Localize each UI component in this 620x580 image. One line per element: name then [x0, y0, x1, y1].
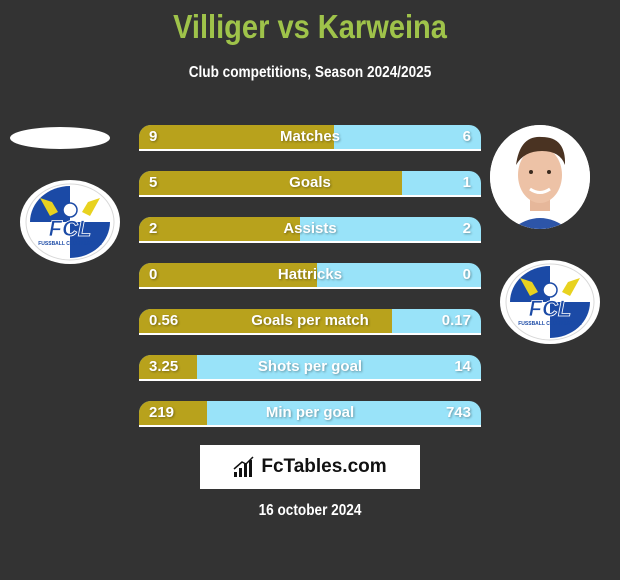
right-club-badge-icon: FCL FUSSBALL CLUB LUZERN	[500, 260, 600, 344]
page-title: Villiger vs Karweina	[173, 8, 447, 45]
stat-row-hattricks: 0 Hattricks 0	[139, 263, 481, 289]
badge-subtext: FUSSBALL CLUB LUZERN	[38, 241, 102, 247]
badge-text: FCL	[49, 216, 92, 241]
right-value: 0	[462, 266, 471, 283]
stat-row-min-per-goal: 219 Min per goal 743	[139, 401, 481, 427]
stat-label: Matches	[279, 128, 341, 145]
badge-subtext: FUSSBALL CLUB LUZERN	[518, 321, 582, 327]
left-player-placeholder	[10, 127, 110, 149]
stat-label: Min per goal	[265, 404, 355, 421]
date-label: 16 october 2024	[258, 502, 362, 519]
right-value: 1	[462, 174, 471, 191]
stat-label: Shots per goal	[257, 358, 363, 375]
stat-row-assists: 2 Assists 2	[139, 217, 481, 243]
right-value: 0.17	[441, 312, 471, 329]
stat-row-shots-per-goal: 3.25 Shots per goal 14	[139, 355, 481, 381]
stat-row-goals-per-match: 0.56 Goals per match 0.17	[139, 309, 481, 335]
right-player-photo	[490, 125, 590, 229]
right-value: 743	[445, 404, 471, 421]
stat-label: Hattricks	[277, 266, 343, 283]
stat-row-matches: 9 Matches 6	[139, 125, 481, 151]
stat-label: Goals	[289, 174, 331, 191]
left-club-badge-icon: FCL FUSSBALL CLUB LUZERN	[20, 180, 120, 264]
fctables-logo[interactable]: FcTables.com	[200, 445, 420, 489]
competition-subtitle: Club competitions, Season 2024/2025	[188, 64, 432, 81]
stat-row-goals: 5 Goals 1	[139, 171, 481, 197]
right-value: 6	[462, 128, 471, 145]
stat-label: Goals per match	[251, 312, 369, 329]
stat-label: Assists	[283, 220, 337, 237]
right-value: 14	[454, 358, 471, 375]
badge-text: FCL	[529, 296, 572, 321]
right-value: 2	[462, 220, 471, 237]
bar-chart-icon	[233, 456, 254, 477]
brand-name: FcTables.com	[261, 456, 387, 477]
